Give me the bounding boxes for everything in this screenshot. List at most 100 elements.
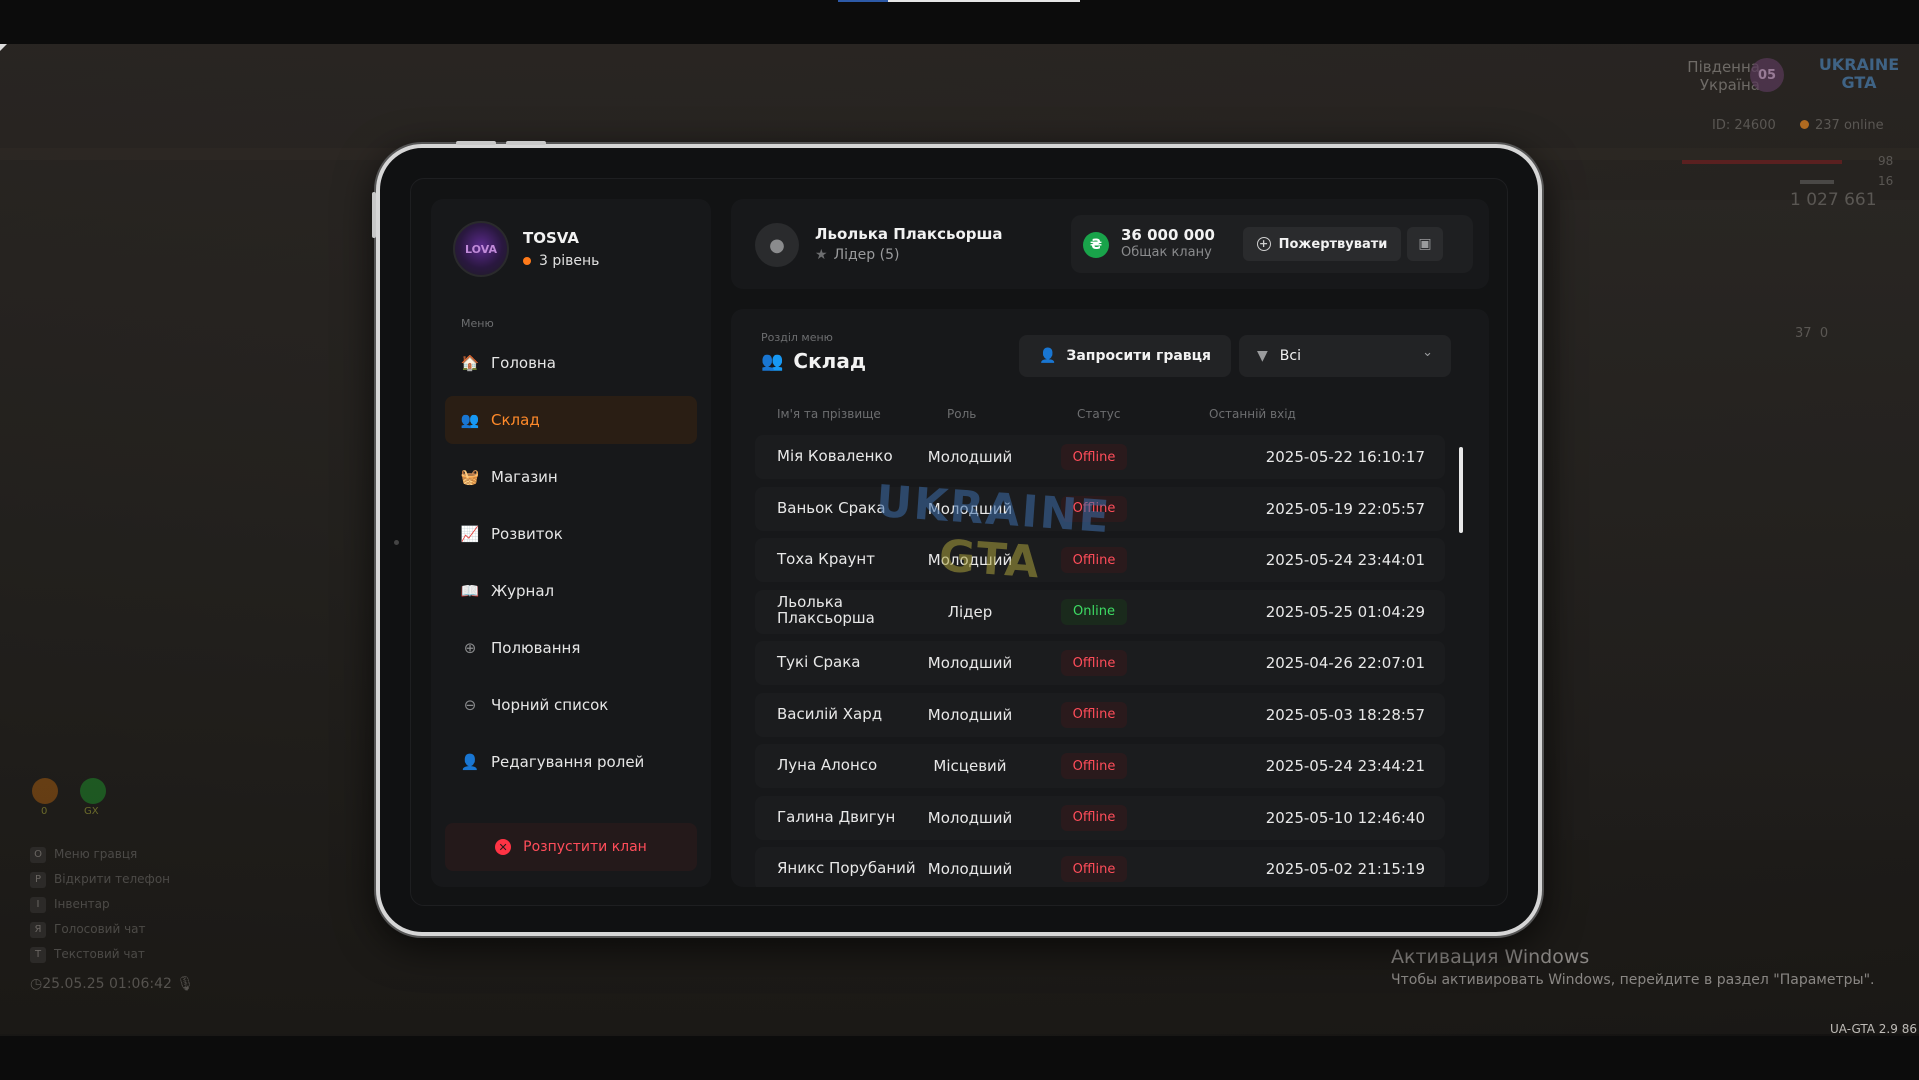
table-row[interactable]: Тукі Срака Молодший Offline 2025-04-26 2… [755, 641, 1445, 685]
invite-player-button[interactable]: 👤 Запросити гравця [1019, 335, 1231, 377]
hud-region-line1: Південна [1687, 58, 1760, 76]
hud-region-line2: Україна [1699, 76, 1760, 94]
hud-online-text: 237 online [1815, 118, 1884, 133]
menu-item-shop[interactable]: 🧺 Магазин [445, 453, 697, 501]
keybind-key: T [30, 946, 46, 963]
hryvnia-coin-icon: ₴ [1083, 232, 1109, 258]
keybind-label: Меню гравця [54, 847, 138, 861]
user-header: ● Льолька Плаксьорша ★ Лідер (5) ₴ 36 000… [731, 199, 1489, 289]
table-row[interactable]: Галина Двигун Молодший Offline 2025-05-1… [755, 795, 1445, 840]
tablet-button-top-right [506, 141, 546, 145]
clan-balance-value: 36 000 000 [1121, 226, 1215, 244]
status-badge: Offline [1061, 753, 1127, 779]
thirst-icon [80, 778, 106, 804]
thirst-value: GX [84, 806, 99, 817]
hud-keybinds: O Меню гравця P Відкрити телефон I Інвентар… [30, 842, 170, 967]
hud-online-count: 237 online [1800, 118, 1884, 133]
status-filter-select[interactable]: ▼ Всі ⌄ [1239, 335, 1451, 377]
hud-ammo-extra: 0 [1819, 326, 1829, 341]
member-role: Місцевий [933, 757, 1007, 775]
member-role: Молодший [927, 808, 1013, 827]
clan-avatar: LOVA [453, 221, 509, 277]
top-letterbox [0, 0, 1919, 44]
keybind-key: P [30, 871, 46, 888]
hud-ammo: 37 0 [1795, 326, 1828, 341]
menu-item-label: Полювання [491, 639, 581, 657]
status-badge: Offline [1061, 701, 1127, 728]
menu-item-hunting[interactable]: ⊕ Полювання [445, 624, 697, 672]
keybind-label: Відкрити телефон [54, 872, 171, 886]
top-strip-blue [838, 0, 888, 2]
disband-clan-button[interactable]: ✕ Розпустити клан [445, 823, 697, 871]
keybind-row: O Меню гравця [30, 842, 170, 867]
user-avatar-icon: ● [755, 223, 799, 267]
section-title-text: Склад [793, 349, 866, 373]
menu-item-members[interactable]: 👥 Склад [445, 396, 697, 444]
hunger-icon [32, 778, 58, 804]
section-title: 👥 Склад [761, 349, 866, 373]
keybind-row: T Текстовий чат [30, 942, 170, 967]
member-last-login: 2025-05-02 21:15:19 [1265, 860, 1425, 878]
user-edit-icon: 👤 [460, 753, 480, 771]
hud-region-name: Південна Україна [1668, 58, 1760, 94]
table-scrollbar[interactable] [1459, 447, 1463, 533]
menu-item-label: Розвиток [491, 525, 563, 543]
hud-region-badge: 05 [1750, 58, 1784, 92]
menu-item-label: Склад [491, 411, 540, 429]
menu-item-label: Журнал [491, 582, 555, 600]
status-badge: Offline [1061, 856, 1127, 882]
tablet-button-side [372, 192, 376, 238]
section-caption: Розділ меню [761, 331, 833, 344]
donate-label: Пожертвувати [1278, 236, 1388, 252]
hud-armor-value: 16 [1878, 174, 1894, 188]
table-row[interactable]: Мія Коваленко Молодший Offline 2025-05-2… [755, 435, 1445, 479]
level-dot-icon [523, 257, 531, 265]
menu-item-label: Чорний список [491, 696, 609, 714]
menu-item-home[interactable]: 🏠 Головна [445, 339, 697, 387]
member-last-login: 2025-05-24 23:44:01 [1265, 551, 1425, 569]
donate-button[interactable]: + Пожертвувати [1243, 227, 1401, 261]
menu-item-blacklist[interactable]: ⊖ Чорний список [445, 681, 697, 729]
clan-sidebar: LOVA TOSVA 3 рівень Меню 🏠 Головна 👥 Склад… [431, 199, 711, 887]
keybind-key: O [30, 846, 46, 863]
chart-line-icon: 📈 [460, 525, 480, 543]
table-row[interactable]: Яникс Порубаний Молодший Offline 2025-05… [755, 847, 1445, 887]
users-icon: 👥 [761, 350, 784, 372]
book-icon: 📖 [460, 582, 480, 600]
microphone-icon: 🎙 [176, 976, 195, 992]
member-last-login: 2025-05-25 01:04:29 [1265, 602, 1425, 621]
menu-caption: Меню [461, 317, 494, 330]
clan-name: TOSVA [523, 229, 579, 247]
hud-player-id: ID: 24600 [1712, 118, 1776, 133]
menu-item-label: Магазин [491, 468, 558, 486]
users-icon: 👥 [460, 411, 480, 429]
member-last-login: 2025-05-19 22:05:57 [1265, 499, 1425, 518]
windows-activation-title: Активация Windows [1391, 946, 1590, 968]
wallet-button[interactable]: ▣ [1407, 227, 1443, 261]
clan-level-text: 3 рівень [539, 253, 600, 269]
member-name: Льолька Плаксьорша [777, 592, 875, 627]
menu-item-edit-roles[interactable]: 👤 Редагування ролей [445, 738, 697, 786]
clan-level: 3 рівень [523, 253, 599, 269]
clan-balance: ₴ 36 000 000 Общак клану + Пожертвувати ▣ [1071, 215, 1473, 273]
member-role: Молодший [927, 448, 1013, 466]
hud-logo-line1: UKRAINE [1818, 55, 1900, 74]
mouse-cursor-icon [0, 44, 7, 51]
hud-status-icons: 0 GX [32, 778, 106, 817]
hud-ammo-value: 37 [1795, 326, 1812, 341]
keybind-row: I Інвентар [30, 892, 170, 917]
menu-item-journal[interactable]: 📖 Журнал [445, 567, 697, 615]
user-role: ★ Лідер (5) [815, 247, 899, 263]
user-plus-icon: 👤 [1038, 348, 1057, 364]
menu-item-development[interactable]: 📈 Розвиток [445, 510, 697, 558]
keybind-key: I [30, 896, 46, 913]
clock-icon: ◷ [30, 976, 43, 992]
table-row[interactable]: Василій Хард Молодший Offline 2025-05-03… [755, 692, 1445, 737]
column-header-name: Ім'я та прізвище [777, 407, 881, 421]
disband-clan-label: Розпустити клан [523, 839, 647, 855]
table-row[interactable]: Луна Алонсо Місцевий Offline 2025-05-24 … [755, 744, 1445, 788]
menu-item-label: Головна [491, 354, 556, 372]
minus-circle-icon: ⊖ [463, 696, 477, 714]
member-last-login: 2025-05-10 12:46:40 [1265, 808, 1425, 827]
member-last-login: 2025-05-03 18:28:57 [1265, 705, 1425, 724]
